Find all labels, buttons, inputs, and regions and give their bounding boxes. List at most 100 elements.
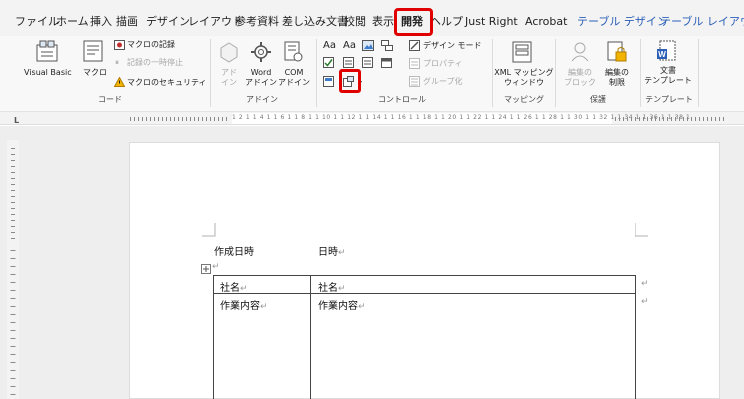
document-template-button[interactable]: 文書 テンプレート [644, 66, 692, 86]
horizontal-ruler[interactable]: L 1 2 1 1 4 1 1 6 1 1 8 1 1 10 1 1 12 1 … [0, 112, 744, 125]
com-addins-icon [284, 41, 303, 62]
restrict-editing-icon [607, 41, 627, 62]
protect-group-label: 保護 [590, 95, 606, 104]
design-mode-icon [409, 40, 420, 51]
group-separator [698, 39, 699, 107]
paragraph-mark: ↵ [212, 262, 220, 272]
xml-mapping-label-line2: ウィンドウ [504, 78, 544, 87]
visual-basic-icon [36, 40, 58, 62]
group-button[interactable]: グループ化 [423, 77, 463, 87]
tab-acrobat[interactable]: Acrobat [525, 15, 567, 29]
row-end-mark: ↵ [641, 297, 649, 307]
building-block-icon[interactable] [381, 40, 393, 51]
vertical-ruler-ticks [10, 148, 16, 395]
addins-icon [220, 42, 238, 63]
svg-text:W: W [658, 50, 666, 59]
controls-group-label: コントロール [378, 95, 426, 104]
tab-table-design[interactable]: テーブル デザイン [577, 15, 668, 29]
table-move-handle-icon[interactable] [201, 264, 211, 274]
com-addins-button[interactable]: COM アドイン [278, 68, 310, 88]
date-picker-icon[interactable] [381, 57, 392, 68]
restrict-editing-label-line1: 編集の [605, 68, 629, 77]
picture-control-icon[interactable] [362, 40, 374, 51]
addins-label-line1: アド [221, 68, 237, 77]
com-addins-label-line2: アドイン [278, 78, 310, 87]
tab-selector[interactable]: L [14, 116, 19, 125]
tab-review[interactable]: 校閲 [344, 15, 366, 29]
design-mode-button[interactable]: デザイン モード [423, 41, 482, 51]
ruler-left-margin-ticks [130, 117, 230, 121]
table-header-company: 社名 [318, 283, 338, 294]
group-separator [316, 39, 317, 107]
xml-mapping-label-line1: XML マッピング [494, 68, 554, 77]
developer-tab-highlight [394, 8, 433, 36]
table-header-company: 社名 [220, 283, 240, 294]
ruler-right-margin-ticks [615, 117, 725, 121]
table-cell[interactable]: 作業内容↵ [318, 297, 366, 312]
code-group-label: コード [98, 95, 122, 104]
repeating-section-icon[interactable] [323, 76, 334, 87]
tab-view[interactable]: 表示 [372, 15, 394, 29]
row-end-mark: ↵ [641, 279, 649, 289]
mapping-group-label: マッピング [504, 95, 544, 104]
document-page[interactable]: 作成日時 日時↵ ↵ 社名↵ 社名↵ ↵ 作業内容↵ 作業内容↵ ↵ [129, 142, 720, 399]
visual-basic-button[interactable]: Visual Basic [24, 68, 72, 78]
table-cell[interactable]: 社名↵ [318, 279, 346, 294]
dropdown-list-icon[interactable] [362, 57, 373, 68]
pause-recording-button[interactable]: 記録の一時停止 [127, 58, 183, 68]
word-addins-label-line1: Word [250, 68, 272, 77]
tab-draw[interactable]: 描画 [116, 15, 138, 29]
rich-text-control-button[interactable]: Aa [323, 41, 336, 51]
cell-end-mark: ↵ [358, 302, 366, 312]
tab-mailings[interactable]: 差し込み文書 [282, 15, 348, 29]
word-addins-label-line2: アドイン [245, 78, 277, 87]
ribbon: Visual Basic マクロ マクロの記録 ⏸ 記録の一時停止 マクロのセキ… [0, 36, 744, 112]
properties-button[interactable]: プロパティ [423, 59, 463, 69]
macro-security-button[interactable]: マクロのセキュリティ [127, 78, 207, 88]
restrict-editing-label-line2: 制限 [609, 78, 625, 87]
plain-text-control-button[interactable]: Aa [343, 41, 356, 51]
tab-home[interactable]: ホーム [56, 15, 89, 29]
table-cell[interactable]: 社名↵ [220, 279, 248, 294]
combo-box-icon[interactable] [343, 57, 354, 68]
macro-button[interactable]: マクロ [83, 68, 107, 78]
block-authors-label-line2: ブロック [564, 78, 596, 87]
date-field[interactable]: 日時↵ [318, 243, 346, 258]
cell-end-mark: ↵ [240, 284, 248, 294]
table-cell[interactable]: 作業内容↵ [220, 297, 268, 312]
created-date-label[interactable]: 作成日時 [214, 243, 254, 258]
vertical-ruler[interactable] [7, 140, 19, 399]
group-separator [555, 39, 556, 107]
record-macro-button[interactable]: マクロの記録 [127, 40, 175, 50]
tab-references[interactable]: 参考資料 [235, 15, 279, 29]
block-authors-button[interactable]: 編集の ブロック [562, 68, 598, 88]
document-template-label-line2: テンプレート [644, 76, 692, 85]
document-template-label-line1: 文書 [660, 66, 676, 75]
macro-icon [83, 40, 103, 62]
addins-button[interactable]: アド イン [216, 68, 242, 88]
restrict-editing-button[interactable]: 編集の 制限 [601, 68, 633, 88]
templates-group-label: テンプレート [645, 95, 693, 104]
margin-corner-top-left [202, 223, 216, 237]
tab-file[interactable]: ファイル [15, 15, 59, 29]
table-label-work: 作業内容 [318, 301, 358, 312]
tab-help[interactable]: ヘルプ [430, 15, 463, 29]
tab-insert[interactable]: 挿入 [90, 15, 112, 29]
document-template-icon: W [657, 40, 676, 61]
tab-table-layout[interactable]: テーブル レイアウト [660, 15, 744, 29]
checkbox-control-icon[interactable] [323, 57, 334, 68]
gear-icon [251, 42, 271, 62]
block-authors-icon [571, 42, 589, 62]
tab-design[interactable]: デザイン [146, 15, 190, 29]
word-addins-button[interactable]: Word アドイン [244, 68, 278, 88]
xml-mapping-icon [512, 41, 532, 63]
record-macro-icon [114, 40, 125, 50]
xml-mapping-pane-button[interactable]: XML マッピング ウィンドウ [494, 68, 554, 88]
table-grid [213, 275, 636, 399]
addins-label-line2: イン [221, 78, 237, 87]
group-separator [210, 39, 211, 107]
margin-corner-top-right [635, 223, 648, 237]
cell-end-mark: ↵ [338, 284, 346, 294]
addins-group-label: アドイン [246, 95, 278, 104]
tab-just-right[interactable]: Just Right [465, 15, 518, 29]
